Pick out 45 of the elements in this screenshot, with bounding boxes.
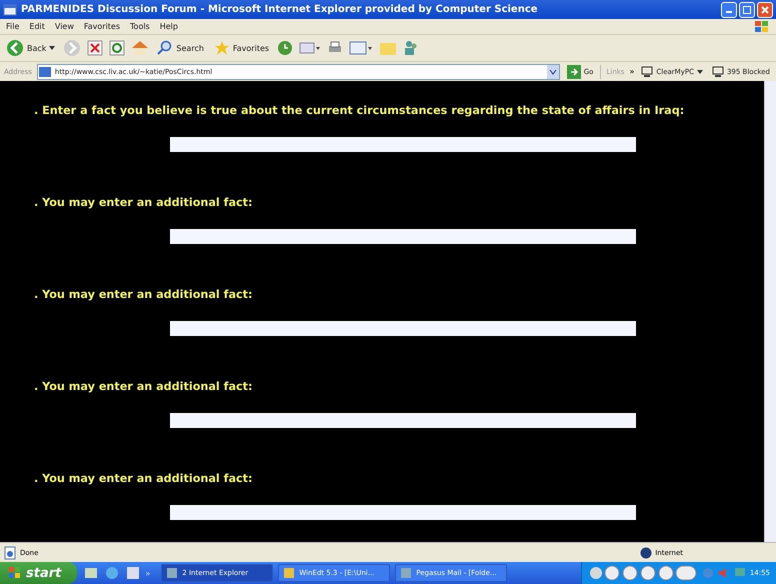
question-prompt: . You may enter an additional fact:	[34, 380, 254, 393]
history-icon[interactable]	[277, 40, 294, 56]
scrollbar[interactable]	[764, 81, 776, 542]
maximize-icon	[743, 6, 751, 14]
caret-icon	[49, 46, 56, 50]
fact-input-field[interactable]	[170, 505, 636, 520]
fact-input-field[interactable]	[170, 321, 636, 336]
favorites-button[interactable]: Favorites	[212, 40, 272, 56]
start-button[interactable]: start	[0, 562, 78, 584]
menu-item[interactable]: File	[6, 22, 20, 31]
windows-logo-icon	[754, 20, 770, 34]
menu-item[interactable]: Help	[160, 22, 178, 31]
search-button[interactable]: Search	[155, 40, 206, 56]
menu-item[interactable]: Edit	[29, 22, 45, 31]
fact-input-field[interactable]	[170, 413, 636, 428]
windows-logo-icon	[8, 566, 22, 580]
question-prompt: . You may enter an additional fact:	[34, 288, 254, 301]
dropdown-icon[interactable]	[546, 64, 559, 78]
question-prompt: . Enter a fact you believe is true about the current circumstances regarding the state of affairs in Iraq:	[34, 104, 686, 117]
menu-item[interactable]: Tools	[130, 22, 150, 31]
fact-input-field[interactable]	[170, 229, 636, 244]
menu-item[interactable]: View	[54, 22, 74, 31]
people-icon[interactable]	[403, 40, 420, 56]
question-prompt: . You may enter an additional fact:	[34, 196, 254, 209]
back-button[interactable]: Back	[4, 39, 58, 57]
home-icon[interactable]	[131, 40, 150, 56]
search-icon	[157, 40, 174, 56]
close-button[interactable]	[757, 2, 773, 18]
minimize-icon	[726, 11, 732, 13]
maximize-button[interactable]	[739, 2, 755, 18]
chevron-icon[interactable]: »	[629, 67, 634, 76]
minimize-button[interactable]	[721, 2, 737, 18]
forward-icon[interactable]	[63, 39, 82, 57]
globe-icon	[640, 546, 652, 558]
window-title: PARMENIDES Discussion Forum - Microsoft Internet Explorer provided by Computer Science	[21, 4, 539, 15]
menu-item[interactable]: Favorites	[84, 22, 120, 31]
chevron-icon[interactable]: »	[145, 568, 150, 578]
media-controls-drawing[interactable]	[588, 565, 698, 581]
caret-icon	[696, 70, 703, 74]
refresh-icon[interactable]	[109, 40, 126, 56]
fact-input-field[interactable]	[170, 137, 636, 152]
close-icon	[761, 6, 769, 14]
star-icon	[214, 40, 230, 56]
stop-icon[interactable]	[87, 40, 104, 56]
question-prompt: . You may enter an additional fact:	[34, 472, 254, 485]
